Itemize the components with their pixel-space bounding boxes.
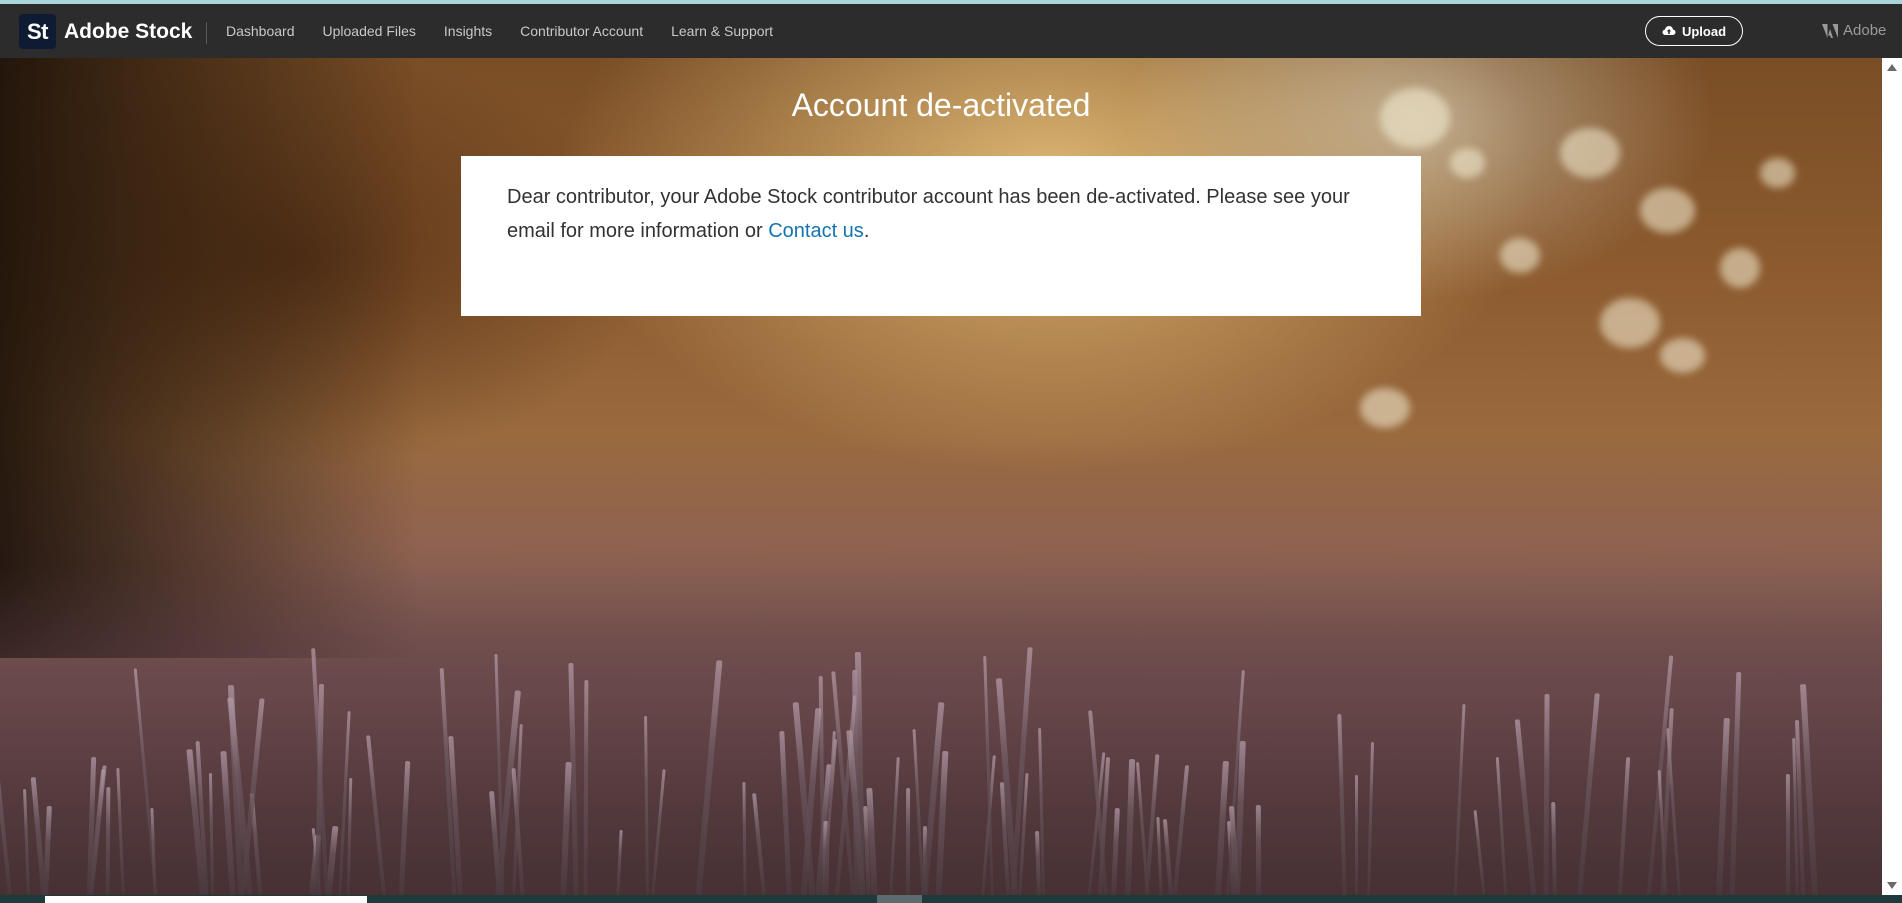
page-title: Account de-activated xyxy=(791,87,1091,123)
contact-us-link[interactable]: Contact us xyxy=(768,220,864,242)
adobe-stock-logo[interactable]: St xyxy=(19,14,56,49)
nav-uploaded-files[interactable]: Uploaded Files xyxy=(323,23,416,39)
bokeh-light xyxy=(1360,388,1410,428)
vertical-scrollbar[interactable] xyxy=(1882,58,1902,895)
upload-button-label: Upload xyxy=(1681,23,1727,39)
top-navbar: St Adobe Stock Dashboard Uploaded Files … xyxy=(0,4,1902,58)
bokeh-light xyxy=(1760,158,1795,188)
message-card: Dear contributor, your Adobe Stock contr… xyxy=(461,156,1421,316)
bokeh-light xyxy=(1500,238,1540,273)
nav-insights[interactable]: Insights xyxy=(444,23,492,39)
lavender-stalk xyxy=(583,679,589,895)
message-text: Dear contributor, your Adobe Stock contr… xyxy=(507,186,1350,242)
bokeh-light xyxy=(1720,248,1760,288)
message-suffix: . xyxy=(863,220,870,242)
lavender-stalk xyxy=(1543,693,1550,895)
bokeh-light xyxy=(1560,128,1620,178)
adobe-logo-icon xyxy=(1822,23,1838,38)
adobe-label: Adobe xyxy=(1843,22,1887,39)
scroll-up-arrow[interactable] xyxy=(1887,64,1897,71)
taskbar-strip xyxy=(0,895,1902,903)
bokeh-light xyxy=(1660,338,1705,373)
upload-button[interactable]: Upload xyxy=(1645,16,1743,46)
nav-learn-support[interactable]: Learn & Support xyxy=(671,23,773,39)
adobe-link[interactable]: Adobe xyxy=(1822,22,1886,39)
bokeh-light xyxy=(1640,188,1695,233)
cloud-upload-icon xyxy=(1662,26,1676,35)
deactivation-message: Dear contributor, your Adobe Stock contr… xyxy=(507,180,1375,248)
main-nav: Dashboard Uploaded Files Insights Contri… xyxy=(226,4,801,58)
lavender-stalk xyxy=(1785,773,1791,895)
bokeh-light xyxy=(1450,148,1485,178)
nav-divider xyxy=(206,22,207,44)
brand-title[interactable]: Adobe Stock xyxy=(64,20,192,44)
lavender-stalk xyxy=(105,786,111,895)
taskbar-segment xyxy=(877,895,922,903)
scroll-down-arrow[interactable] xyxy=(1887,882,1897,889)
bokeh-light xyxy=(1600,298,1660,348)
taskbar-segment xyxy=(45,896,367,903)
nav-contributor-account[interactable]: Contributor Account xyxy=(520,23,643,39)
lavender-stalk xyxy=(1355,775,1358,895)
lavender-stalk xyxy=(905,787,911,895)
lavender-stalk xyxy=(1255,804,1262,895)
nav-dashboard[interactable]: Dashboard xyxy=(226,23,295,39)
hero-background: Account de-activated Dear contributor, y… xyxy=(0,58,1882,895)
